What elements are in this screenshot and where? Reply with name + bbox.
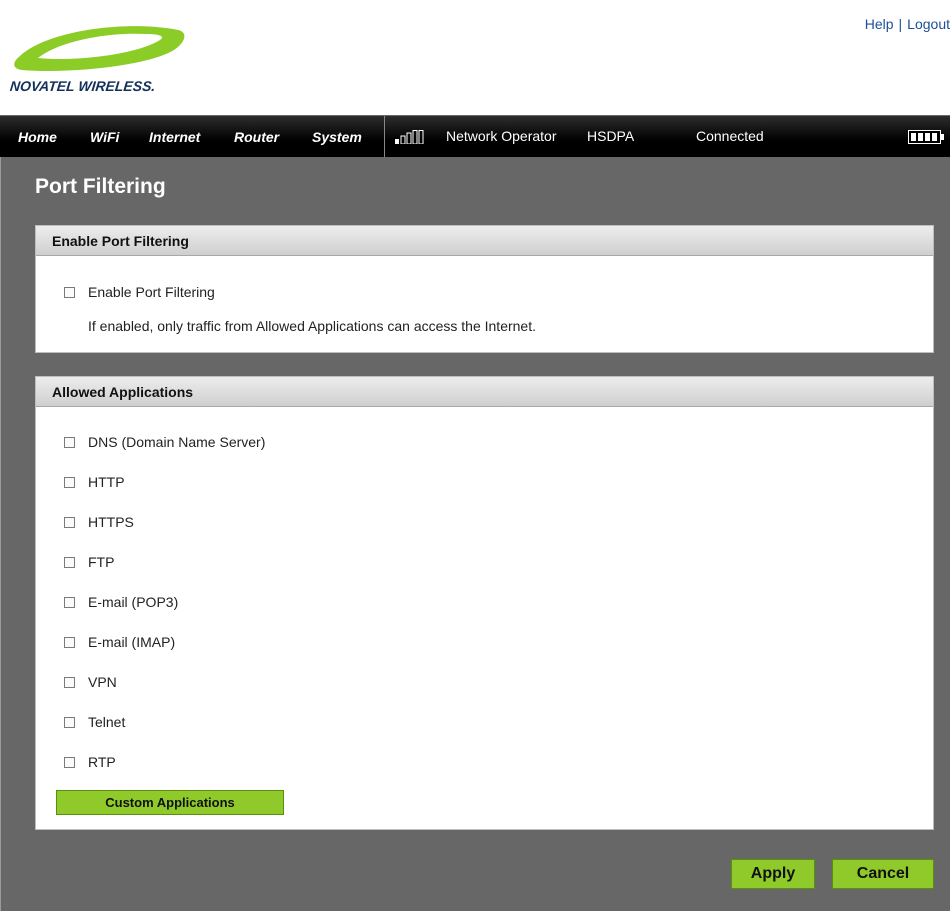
rtp-checkbox[interactable] — [64, 757, 75, 768]
dns-checkbox[interactable] — [64, 437, 75, 448]
nav-bar: Home WiFi Internet Router System Network… — [0, 115, 950, 158]
dns-label[interactable]: DNS (Domain Name Server) — [88, 434, 265, 450]
http-label[interactable]: HTTP — [88, 474, 125, 490]
panel-header: Enable Port Filtering — [36, 226, 933, 256]
connection-status: Connected — [696, 128, 764, 144]
email-pop3-label[interactable]: E-mail (POP3) — [88, 594, 178, 610]
panel-header: Allowed Applications — [36, 377, 933, 407]
cancel-button[interactable]: Cancel — [832, 859, 934, 889]
email-pop3-checkbox[interactable] — [64, 597, 75, 608]
top-links: Help | Logout — [865, 16, 950, 32]
http-checkbox[interactable] — [64, 477, 75, 488]
network-operator: Network Operator — [446, 128, 557, 144]
battery-icon — [908, 130, 944, 144]
nav-wifi[interactable]: WiFi — [90, 129, 119, 145]
main-content: Port Filtering Enable Port Filtering Ena… — [1, 157, 950, 911]
telnet-checkbox[interactable] — [64, 717, 75, 728]
telnet-label[interactable]: Telnet — [88, 714, 125, 730]
enable-port-filtering-label[interactable]: Enable Port Filtering — [88, 284, 215, 300]
ftp-checkbox[interactable] — [64, 557, 75, 568]
enable-note: If enabled, only traffic from Allowed Ap… — [88, 318, 536, 334]
vpn-checkbox[interactable] — [64, 677, 75, 688]
nav-system[interactable]: System — [312, 129, 362, 145]
panel-heading: Enable Port Filtering — [52, 233, 189, 249]
signal-bars-icon — [395, 130, 424, 144]
main-nav: Home WiFi Internet Router System — [0, 116, 385, 158]
allowed-applications-panel: Allowed Applications DNS (Domain Name Se… — [35, 376, 934, 830]
logout-link[interactable]: Logout — [907, 16, 950, 32]
vpn-label[interactable]: VPN — [88, 674, 117, 690]
apply-button[interactable]: Apply — [731, 859, 815, 889]
nav-home[interactable]: Home — [18, 129, 57, 145]
brand-name: NOVATEL WIRELESS. — [9, 78, 157, 94]
link-separator: | — [898, 16, 903, 32]
header: NOVATEL WIRELESS. Help | Logout — [0, 0, 950, 115]
custom-applications-button[interactable]: Custom Applications — [56, 790, 284, 815]
email-imap-label[interactable]: E-mail (IMAP) — [88, 634, 175, 650]
help-link[interactable]: Help — [865, 16, 894, 32]
network-technology: HSDPA — [587, 128, 635, 144]
https-label[interactable]: HTTPS — [88, 514, 134, 530]
rtp-label[interactable]: RTP — [88, 754, 116, 770]
ftp-label[interactable]: FTP — [88, 554, 114, 570]
enable-port-filtering-panel: Enable Port Filtering Enable Port Filter… — [35, 225, 934, 353]
panel-heading: Allowed Applications — [52, 384, 194, 400]
email-imap-checkbox[interactable] — [64, 637, 75, 648]
nav-internet[interactable]: Internet — [149, 129, 200, 145]
page-title: Port Filtering — [35, 175, 166, 198]
https-checkbox[interactable] — [64, 517, 75, 528]
nav-router[interactable]: Router — [234, 129, 279, 145]
enable-port-filtering-checkbox[interactable] — [64, 287, 75, 298]
